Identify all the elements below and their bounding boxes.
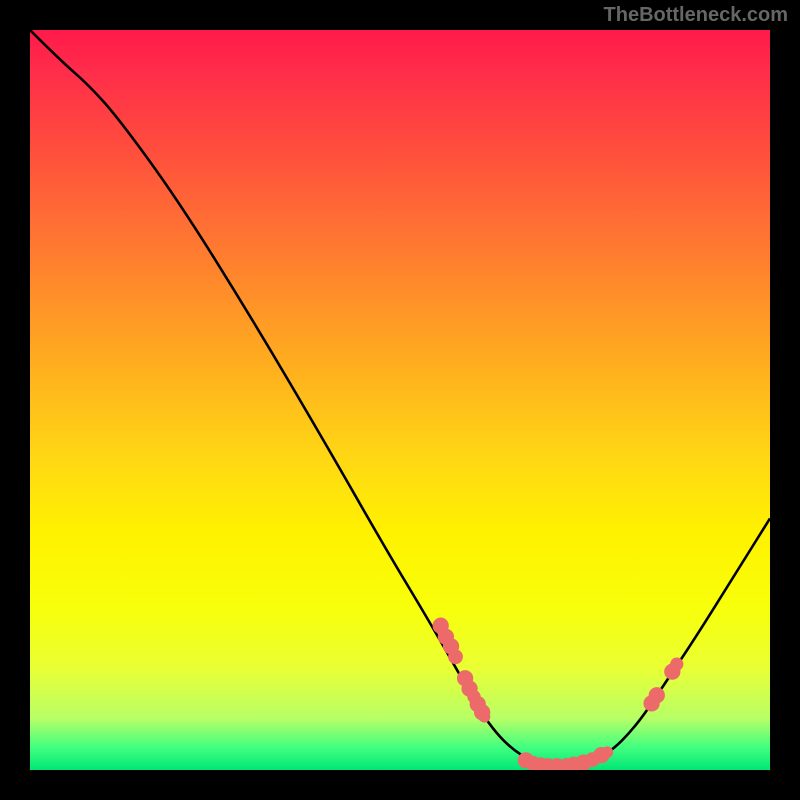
chart-plot-area — [30, 30, 770, 770]
chart-markers — [433, 618, 684, 770]
watermark-text: TheBottleneck.com — [604, 4, 788, 27]
chart-marker — [448, 649, 463, 664]
chart-svg — [30, 30, 770, 770]
chart-marker — [601, 746, 613, 758]
chart-marker — [670, 658, 683, 671]
chart-marker — [478, 711, 490, 723]
chart-marker — [649, 687, 665, 703]
chart-curve — [30, 30, 770, 766]
